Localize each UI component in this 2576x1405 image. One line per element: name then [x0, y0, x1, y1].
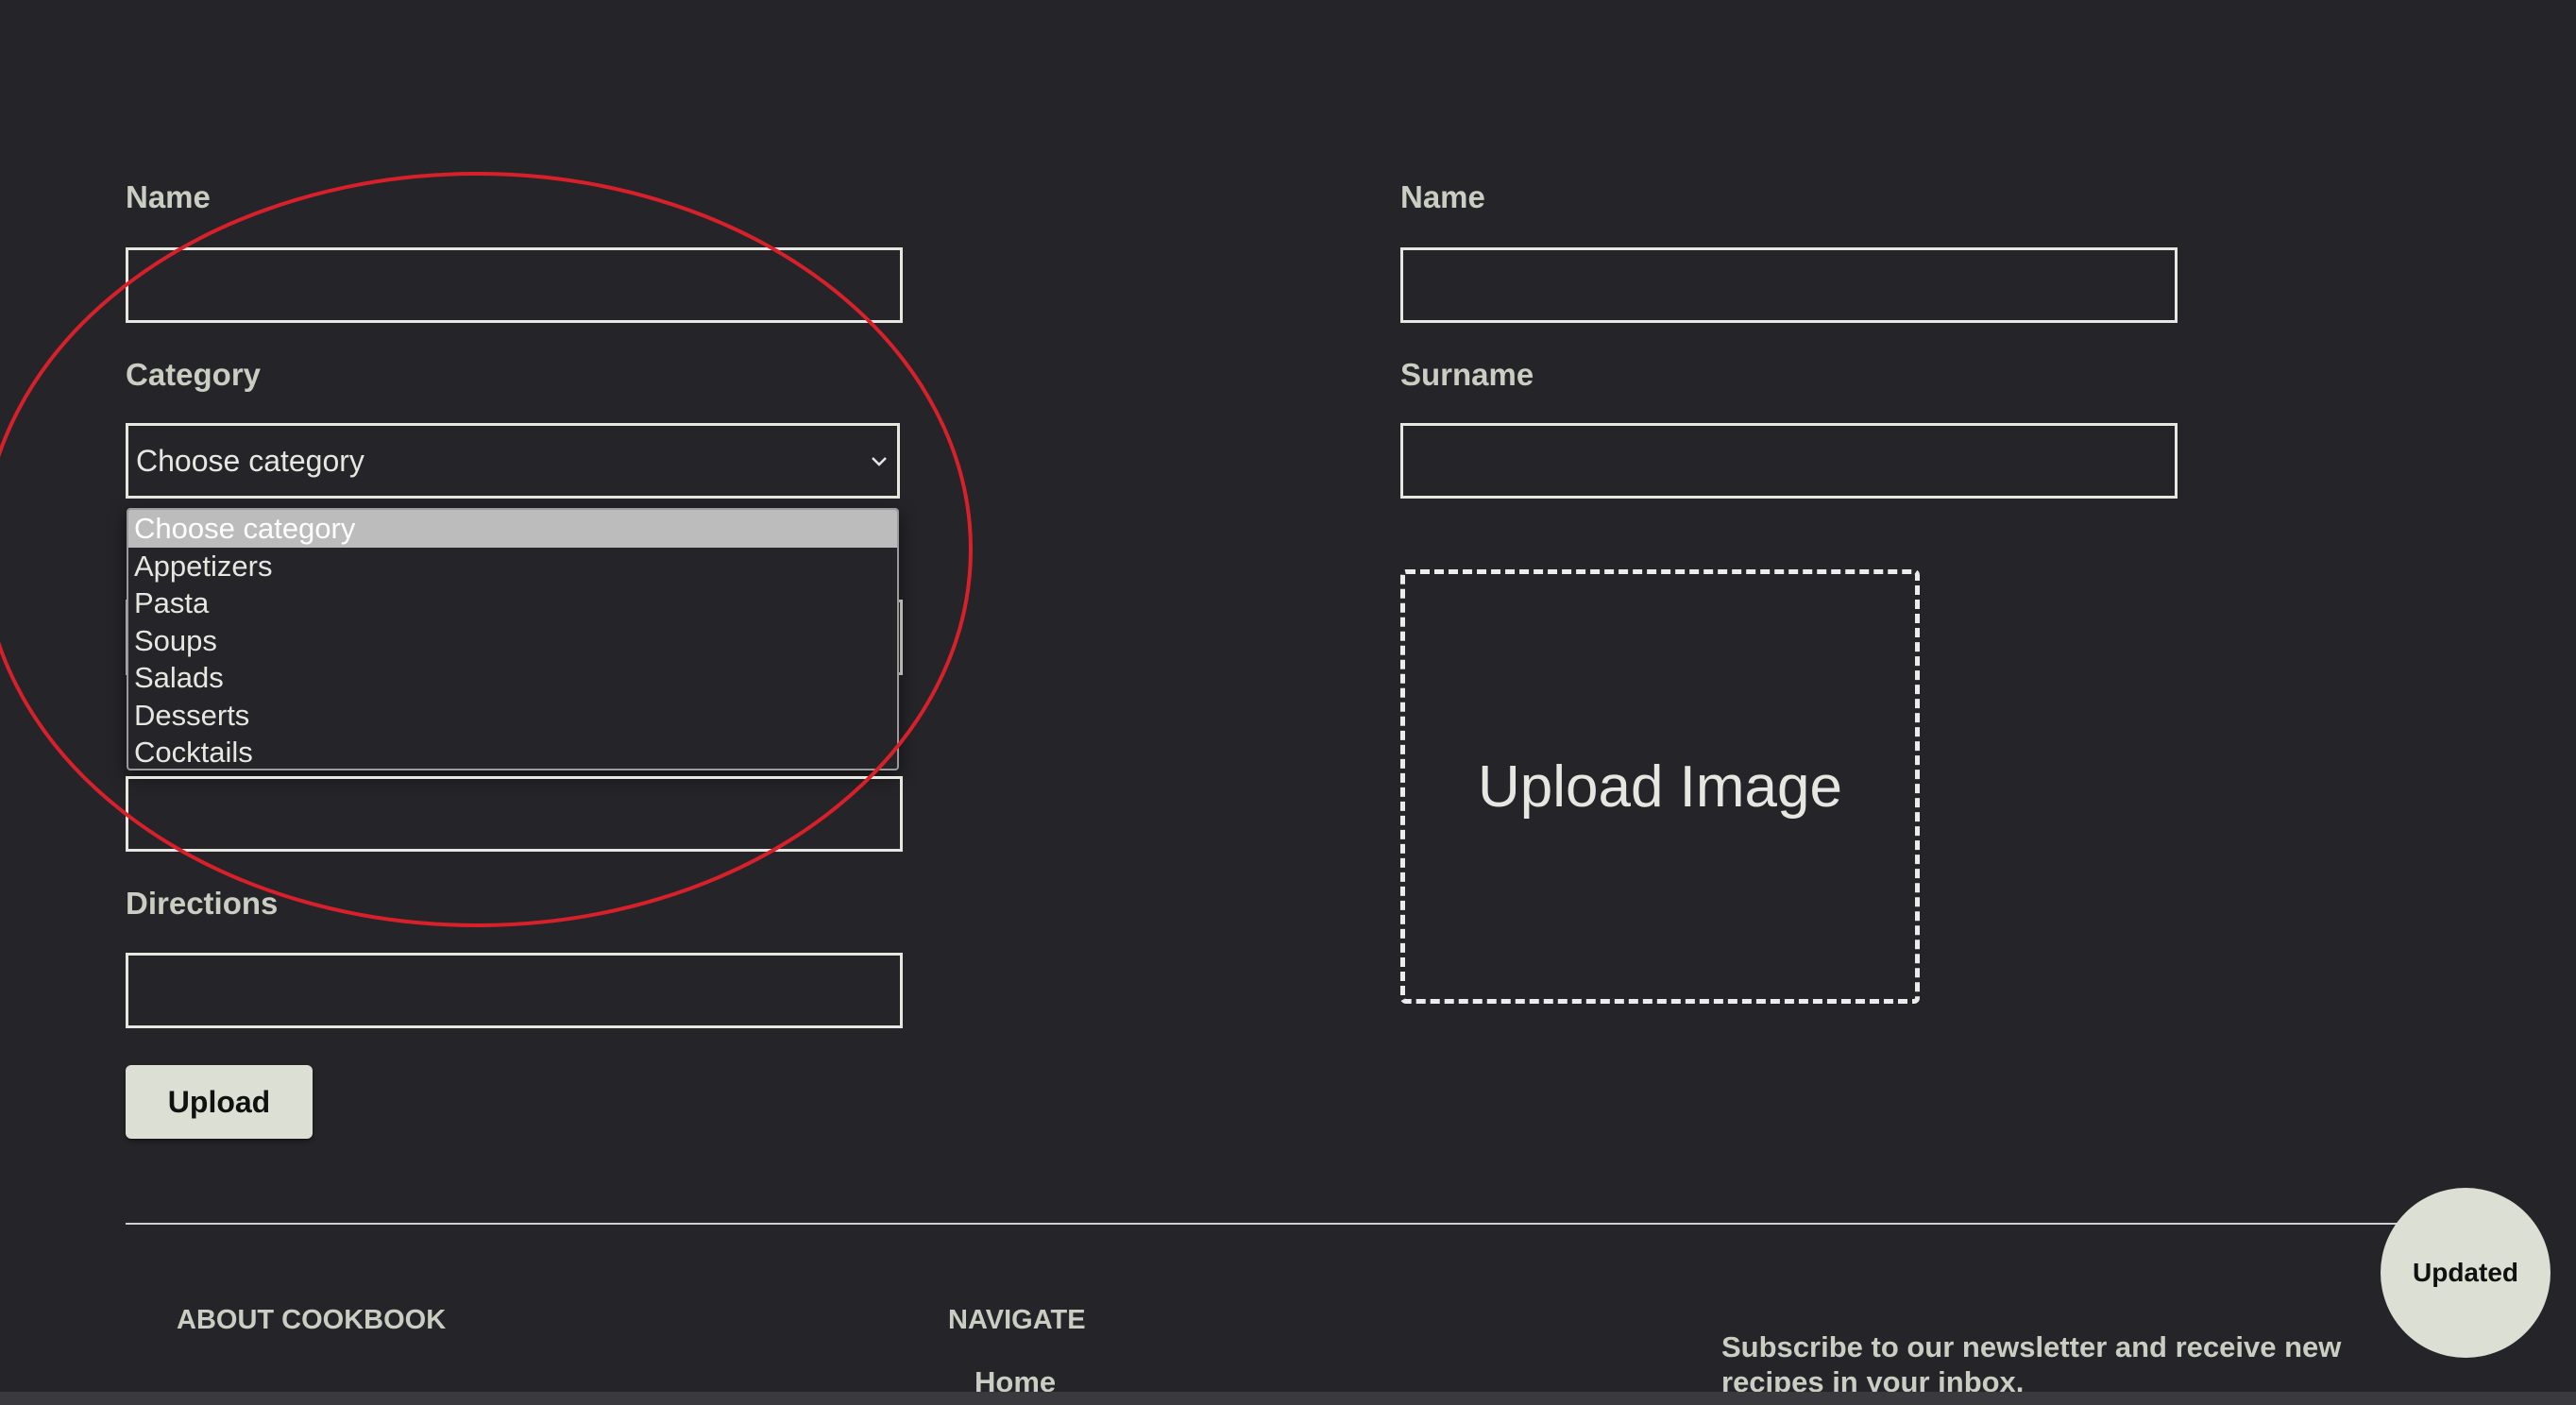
annotation-ellipse [0, 172, 973, 927]
upload-button[interactable]: Upload [126, 1065, 313, 1139]
directions-input[interactable] [126, 953, 903, 1028]
footer-navigate-heading: NAVIGATE [948, 1305, 1086, 1335]
updated-badge[interactable]: Updated [2381, 1188, 2551, 1358]
author-name-input[interactable] [1400, 247, 2178, 323]
upload-image-label: Upload Image [1477, 753, 1843, 820]
author-surname-label: Surname [1400, 357, 1534, 392]
upload-image-dropzone[interactable]: Upload Image [1400, 569, 1920, 1004]
author-surname-input[interactable] [1400, 423, 2178, 499]
footer-divider [126, 1223, 2467, 1225]
bottom-scrollbar-edge [0, 1392, 2576, 1405]
author-name-label: Name [1400, 179, 1485, 214]
footer-about-heading: ABOUT COOKBOOK [177, 1305, 447, 1335]
footer-newsletter-text: Subscribe to our newsletter and receive … [1721, 1330, 2342, 1398]
